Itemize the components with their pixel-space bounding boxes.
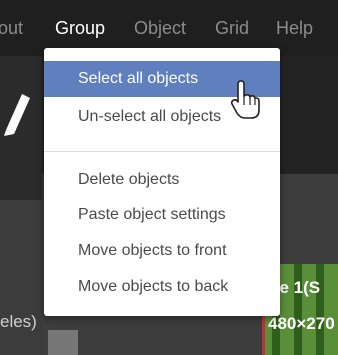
scroll-handle[interactable] [48,330,78,355]
menu-item-label: Move objects to back [78,278,229,295]
menu-item-move-front[interactable]: Move objects to front [44,233,280,269]
pen-tool-icon[interactable] [0,86,30,144]
menu-help[interactable]: Help [276,16,313,40]
side-panel-text: eles) [0,312,37,331]
menu-layout[interactable]: out [0,16,23,40]
menu-item-label: Un-select all objects [78,108,222,125]
menu-item-label: Select all objects [78,70,199,87]
menu-grid[interactable]: Grid [215,16,249,40]
menu-item-label: Delete objects [78,171,180,188]
menu-separator [44,151,280,152]
menu-group[interactable]: Group [55,16,105,40]
menu-object[interactable]: Object [134,16,186,40]
menu-item-paste-settings[interactable]: Paste object settings [44,197,280,233]
tile-size: 480×270 [268,314,335,333]
menu-item-label: Move objects to front [78,242,227,259]
menu-item-label: Paste object settings [78,206,226,223]
pointer-hand-icon [230,80,260,119]
menu-item-delete[interactable]: Delete objects [44,162,280,198]
menu-item-move-back[interactable]: Move objects to back [44,269,280,305]
